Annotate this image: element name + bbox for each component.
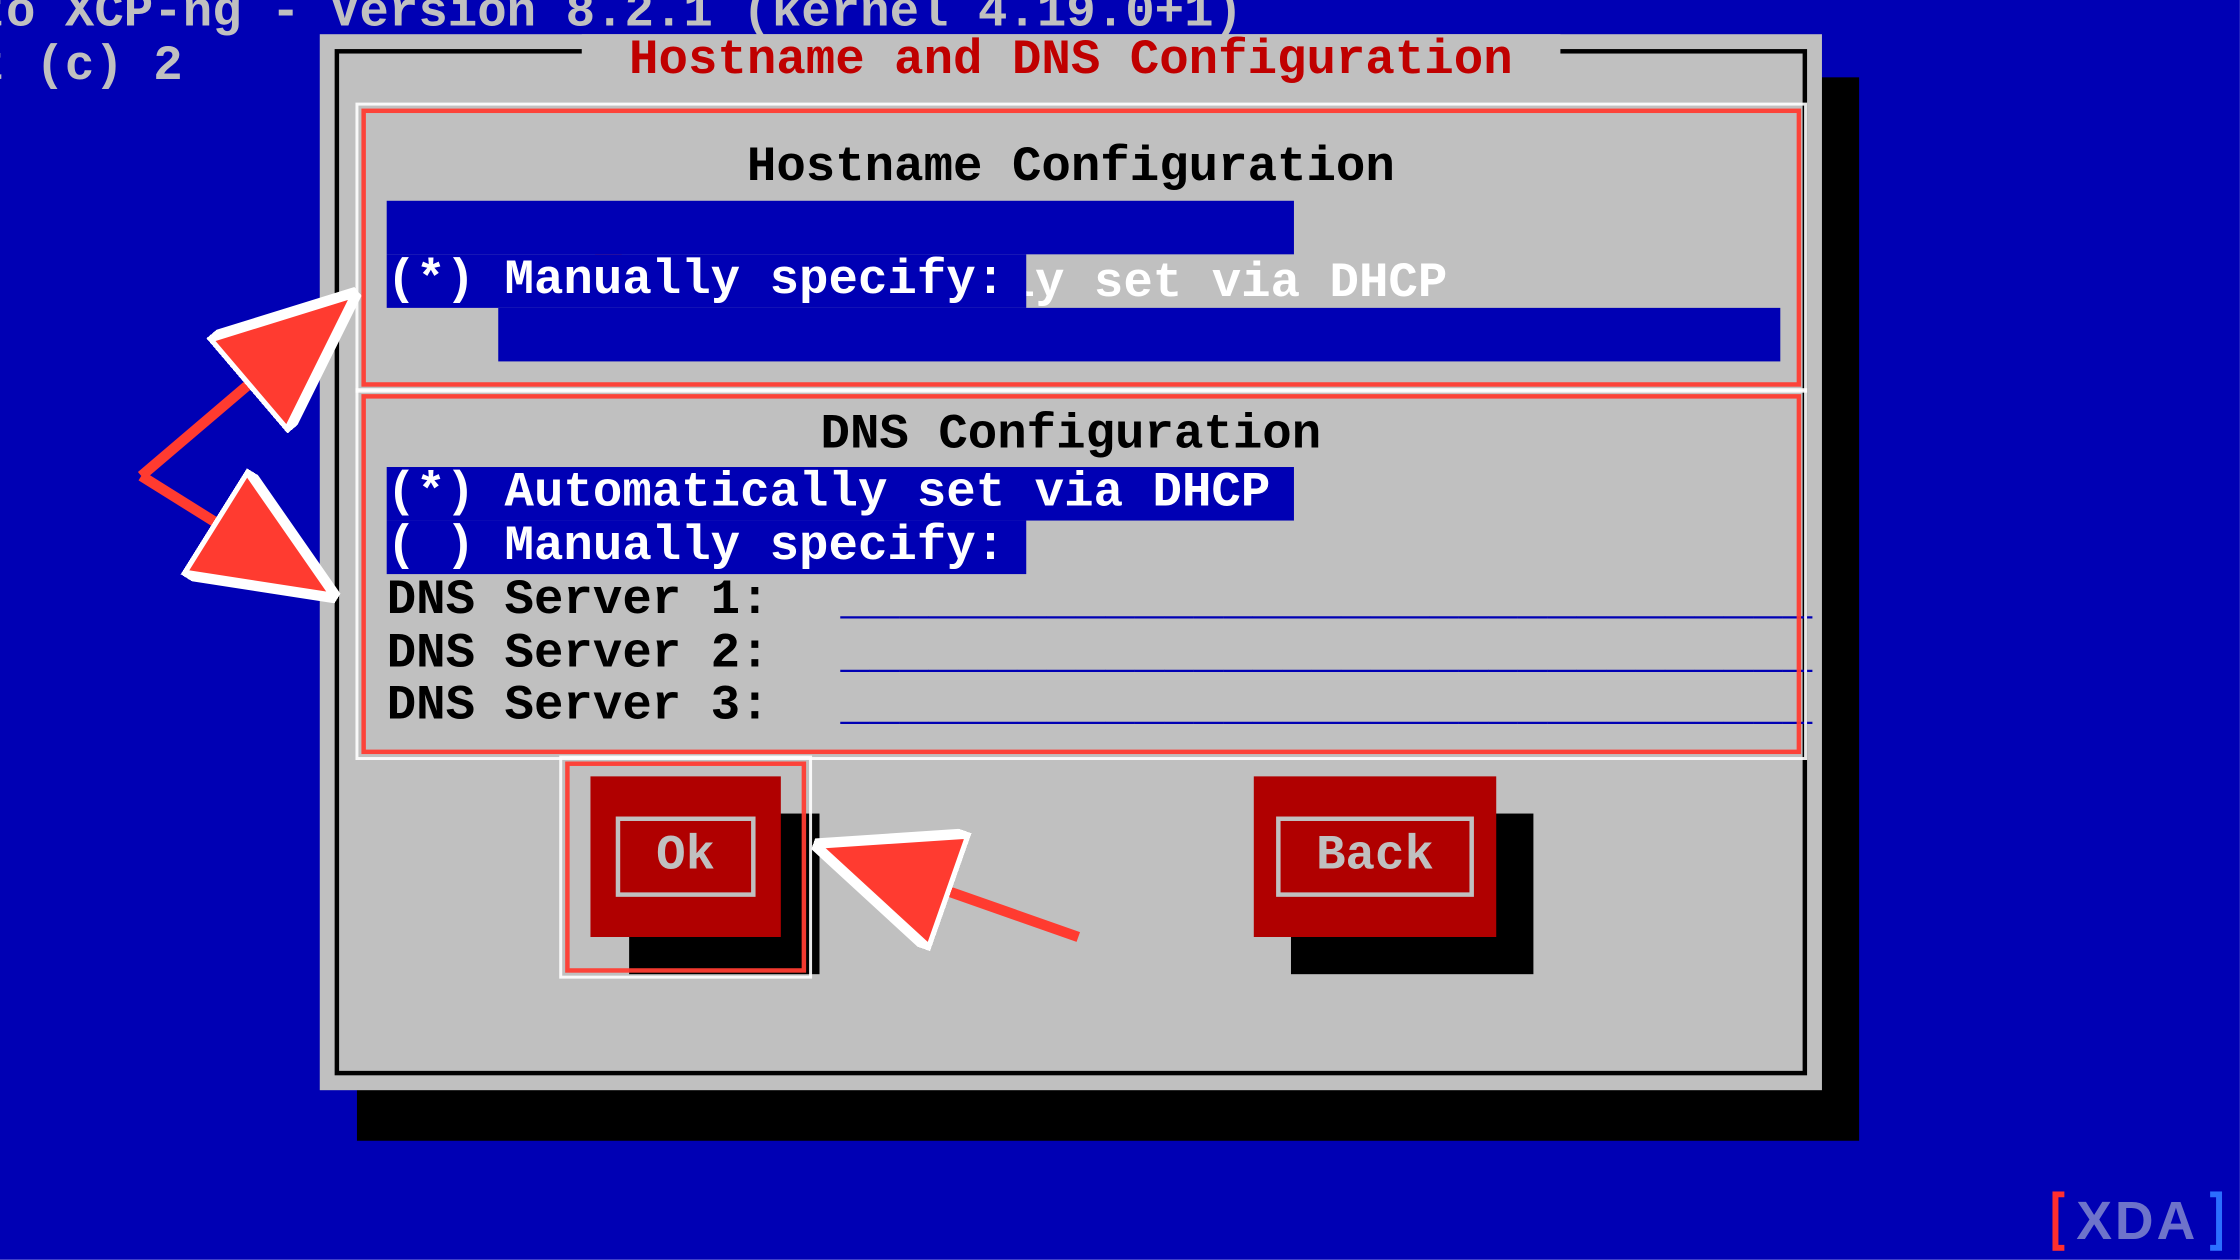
back-button[interactable]: Back	[1254, 776, 1496, 937]
hostname-input-padding: ________________________________________…	[1117, 360, 1780, 361]
hostname-input[interactable]: xcp-ng-kuwiiuuu_________________________…	[498, 308, 1780, 362]
dns-hostname-dialog: Hostname and DNS Configuration Hostname …	[320, 34, 1822, 1090]
dns-manual-radio[interactable]: ( ) Manually specify:	[387, 521, 1027, 575]
hostname-input-value: xcp-ng-kuwiiuuu	[675, 360, 1117, 361]
hostname-section-heading: Hostname Configuration	[747, 141, 1395, 195]
dialog-title: Hostname and DNS Configuration	[582, 34, 1560, 88]
hostname-manual-radio[interactable]: (*) Manually specify:	[387, 254, 1027, 308]
dns-server-1-input[interactable]: _________________________________	[840, 574, 1812, 628]
dns-server-2-label: DNS Server 2:	[387, 628, 770, 682]
dns-server-3-label: DNS Server 3:	[387, 680, 770, 734]
back-button-label: Back	[1276, 817, 1474, 897]
hostname-auto-radio[interactable]: () Automatically set via DHCP	[387, 201, 1294, 255]
dns-server-3-input[interactable]: _________________________________	[840, 680, 1812, 734]
xda-watermark-text: XDA	[2076, 1194, 2198, 1248]
xda-watermark: XDA	[2049, 1191, 2225, 1250]
xda-bracket-right-icon	[2207, 1191, 2225, 1250]
dns-server-1-label: DNS Server 1:	[387, 574, 770, 628]
bg-header-line-2: right (c) 2	[0, 40, 183, 94]
dns-server-2-input[interactable]: _________________________________	[840, 628, 1812, 682]
ok-button-label: Ok	[616, 817, 755, 897]
ok-button[interactable]: Ok	[590, 776, 780, 937]
dns-auto-radio[interactable]: (*) Automatically set via DHCP	[387, 467, 1294, 521]
dns-section-heading: DNS Configuration	[821, 409, 1322, 463]
xda-bracket-left-icon	[2049, 1191, 2067, 1250]
